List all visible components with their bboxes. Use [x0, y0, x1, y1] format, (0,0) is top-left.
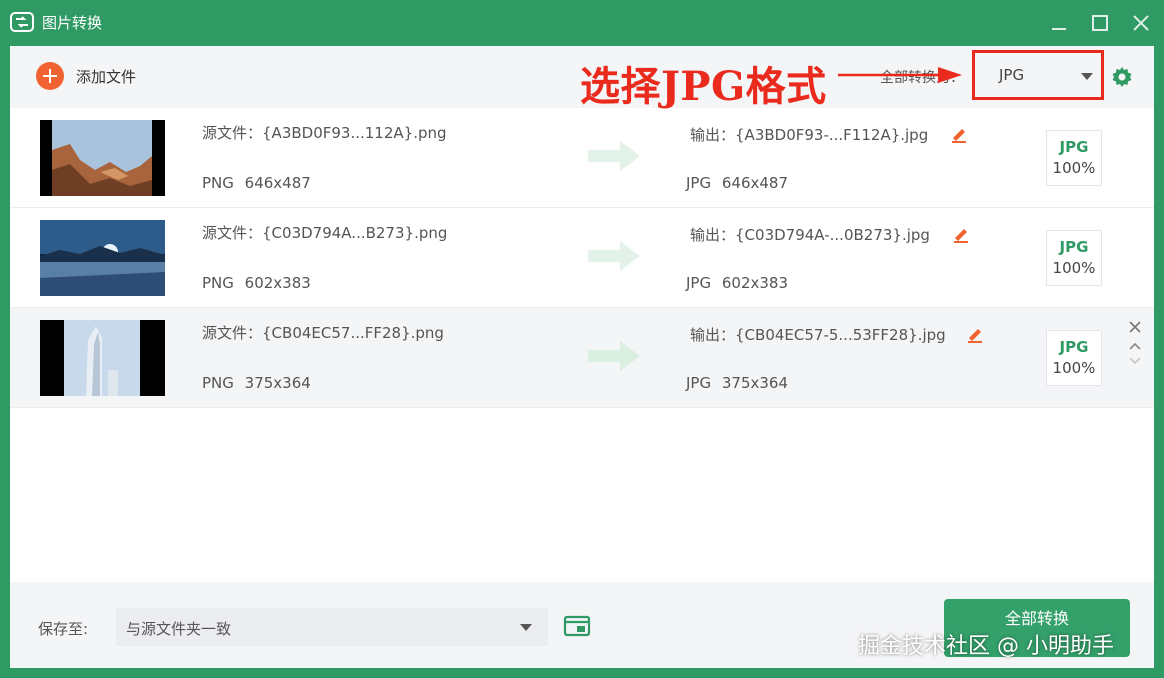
output-format-badge[interactable]: JPG 100%	[1046, 330, 1102, 386]
output-file-name: 输出：{CB04EC57-5...53FF28}.jpg	[690, 326, 946, 344]
annotation-text: 选择JPG格式	[580, 63, 827, 110]
gear-icon[interactable]	[1111, 66, 1133, 88]
convert-arrow-icon	[588, 241, 640, 271]
output-file-meta: JPG 602x383	[686, 274, 789, 292]
save-path-select[interactable]: 与源文件夹一致	[116, 608, 548, 646]
output-file-meta: JPG 375x364	[686, 374, 789, 392]
folder-open-icon[interactable]	[563, 614, 591, 638]
source-file-meta: PNG 646x487	[202, 174, 311, 192]
main-panel: 添加文件 全部转换为： JPG 源文件：{A3BD0F93...112A}.pn…	[10, 46, 1154, 582]
canyon-landscape-photo	[40, 120, 165, 196]
output-file-name: 输出：{C03D794A-...0B273}.jpg	[690, 226, 930, 244]
move-down-icon[interactable]	[1129, 356, 1141, 366]
badge-quality: 100%	[1052, 159, 1096, 177]
source-file-name: 源文件：{CB04EC57...FF28}.png	[202, 324, 444, 342]
output-format-select[interactable]: JPG	[972, 50, 1104, 100]
chevron-down-icon	[1081, 73, 1093, 80]
convert-arrow-icon	[588, 341, 640, 371]
edit-pencil-icon[interactable]	[950, 125, 968, 143]
remove-row-icon[interactable]	[1128, 320, 1142, 334]
watermark: 掘金技术社区 @ 小明助手	[858, 634, 1114, 659]
skyscraper-photo	[40, 320, 165, 396]
title-bar[interactable]: 图片转换	[0, 0, 1164, 46]
source-file-meta: PNG 375x364	[202, 374, 311, 392]
badge-quality: 100%	[1052, 359, 1096, 377]
edit-pencil-icon[interactable]	[966, 325, 984, 343]
move-up-icon[interactable]	[1129, 341, 1141, 351]
app-title: 图片转换	[42, 14, 103, 32]
plus-icon	[36, 62, 64, 90]
image-convert-app-icon	[10, 12, 34, 32]
maximize-icon[interactable]	[1087, 10, 1113, 36]
format-value: JPG	[999, 66, 1025, 84]
output-file-meta: JPG 646x487	[686, 174, 789, 192]
minimize-icon[interactable]	[1046, 10, 1072, 36]
output-format-badge[interactable]: JPG 100%	[1046, 130, 1102, 186]
annotation-arrow-icon	[838, 67, 962, 83]
save-to-label: 保存至:	[38, 620, 89, 638]
output-file-name: 输出：{A3BD0F93-...F112A}.jpg	[690, 126, 929, 144]
close-icon[interactable]	[1128, 10, 1154, 36]
add-file-button[interactable]: 添加文件	[36, 62, 136, 90]
edit-pencil-icon[interactable]	[952, 225, 970, 243]
add-file-label: 添加文件	[76, 67, 137, 86]
file-row[interactable]: 源文件：{CB04EC57...FF28}.png PNG 375x364 输出…	[10, 308, 1154, 408]
badge-quality: 100%	[1052, 259, 1096, 277]
save-path-value: 与源文件夹一致	[126, 620, 232, 638]
badge-format: JPG	[1059, 338, 1089, 356]
convert-arrow-icon	[588, 141, 640, 171]
source-file-name: 源文件：{C03D794A...B273}.png	[202, 224, 448, 242]
frozen-lake-sunrise-photo	[40, 220, 165, 296]
badge-format: JPG	[1059, 138, 1089, 156]
file-row[interactable]: 源文件：{A3BD0F93...112A}.png PNG 646x487 输出…	[10, 108, 1154, 208]
badge-format: JPG	[1059, 238, 1089, 256]
output-format-badge[interactable]: JPG 100%	[1046, 230, 1102, 286]
source-file-meta: PNG 602x383	[202, 274, 311, 292]
chevron-down-icon	[520, 624, 532, 631]
source-file-name: 源文件：{A3BD0F93...112A}.png	[202, 124, 447, 142]
file-row[interactable]: 源文件：{C03D794A...B273}.png PNG 602x383 输出…	[10, 208, 1154, 308]
